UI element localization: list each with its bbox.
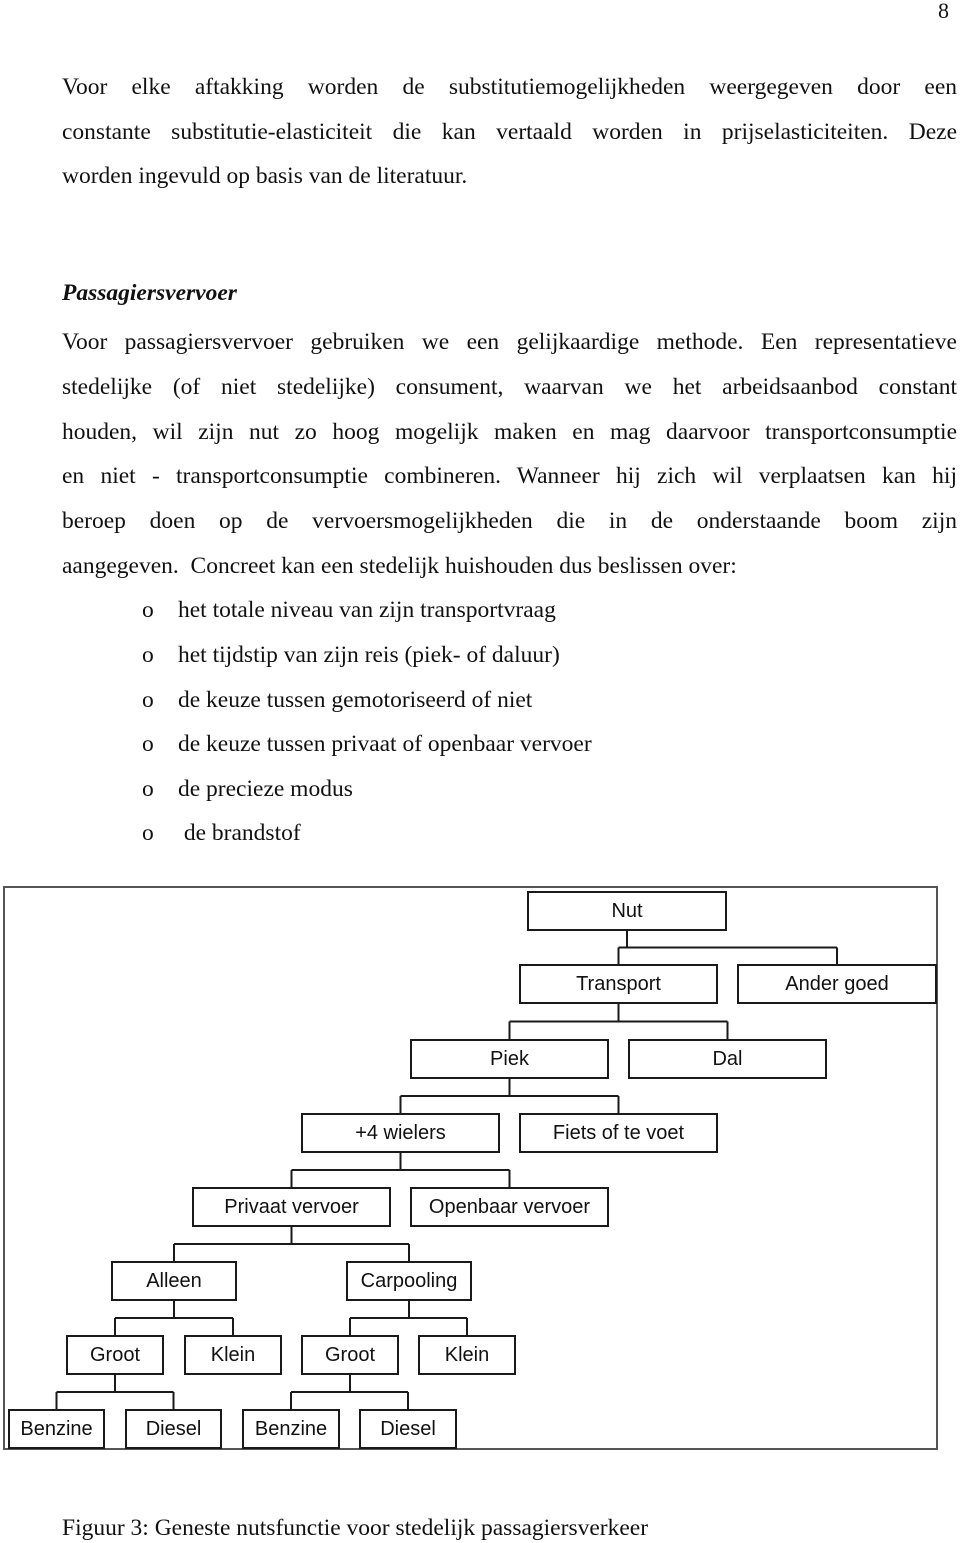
node-alleen: Alleen bbox=[111, 1261, 237, 1301]
bullet-text: de precieze modus bbox=[178, 776, 353, 802]
page-number: 8 bbox=[938, 0, 949, 23]
node-dal: Dal bbox=[628, 1039, 827, 1079]
node-transport: Transport bbox=[519, 964, 718, 1004]
node-benzine: Benzine bbox=[8, 1409, 105, 1449]
node-privaat-vervoer: Privaat vervoer bbox=[192, 1187, 391, 1227]
node-klein: Klein bbox=[418, 1335, 516, 1375]
paragraph-line: beroep doen op de vervoersmogelijkheden … bbox=[62, 508, 957, 534]
paragraph-line: aangegeven. Concreet kan een stedelijk h… bbox=[62, 553, 737, 579]
section-heading: Passagiersvervoer bbox=[62, 280, 237, 306]
node-nut: Nut bbox=[527, 891, 727, 931]
bullet-text: de keuze tussen gemotoriseerd of niet bbox=[178, 687, 533, 713]
figure-caption: Figuur 3: Geneste nutsfunctie voor stede… bbox=[62, 1515, 649, 1541]
paragraph-line: houden, wil zijn nut zo hoog mogelijk ma… bbox=[62, 419, 957, 445]
bullet-marker: o bbox=[142, 642, 154, 668]
bullet-text: het tijdstip van zijn reis (piek- of dal… bbox=[178, 642, 560, 668]
node-diesel: Diesel bbox=[125, 1409, 222, 1449]
node-benzine: Benzine bbox=[242, 1409, 340, 1449]
node-4-wielers: +4 wielers bbox=[301, 1113, 500, 1153]
node-piek: Piek bbox=[410, 1039, 609, 1079]
node-diesel: Diesel bbox=[359, 1409, 457, 1449]
paragraph-line: Voor passagiersvervoer gebruiken we een … bbox=[62, 329, 957, 355]
bullet-marker: o bbox=[142, 731, 154, 757]
bullet-text: het totale niveau van zijn transportvraa… bbox=[178, 597, 556, 623]
paragraph-line: stedelijke (of niet stedelijke) consumen… bbox=[62, 374, 957, 400]
bullet-marker: o bbox=[142, 820, 154, 846]
node-openbaar-vervoer: Openbaar vervoer bbox=[410, 1187, 609, 1227]
bullet-text: de keuze tussen privaat of openbaar verv… bbox=[178, 731, 592, 757]
intro-line: constante substitutie-elasticiteit die k… bbox=[62, 119, 957, 145]
node-ander-goed: Ander goed bbox=[737, 964, 937, 1004]
node-groot: Groot bbox=[301, 1335, 399, 1375]
paragraph-line: en niet - transportconsumptie combineren… bbox=[62, 463, 957, 489]
bullet-marker: o bbox=[142, 597, 154, 623]
node-carpooling: Carpooling bbox=[346, 1261, 472, 1301]
bullet-marker: o bbox=[142, 687, 154, 713]
node-fiets-of-te-voet: Fiets of te voet bbox=[519, 1113, 718, 1153]
intro-line: Voor elke aftakking worden de substituti… bbox=[62, 74, 957, 100]
bullet-marker: o bbox=[142, 776, 154, 802]
node-klein: Klein bbox=[184, 1335, 282, 1375]
node-groot: Groot bbox=[66, 1335, 164, 1375]
bullet-text: de brandstof bbox=[178, 820, 301, 846]
intro-line: worden ingevuld op basis van de literatu… bbox=[62, 163, 468, 189]
